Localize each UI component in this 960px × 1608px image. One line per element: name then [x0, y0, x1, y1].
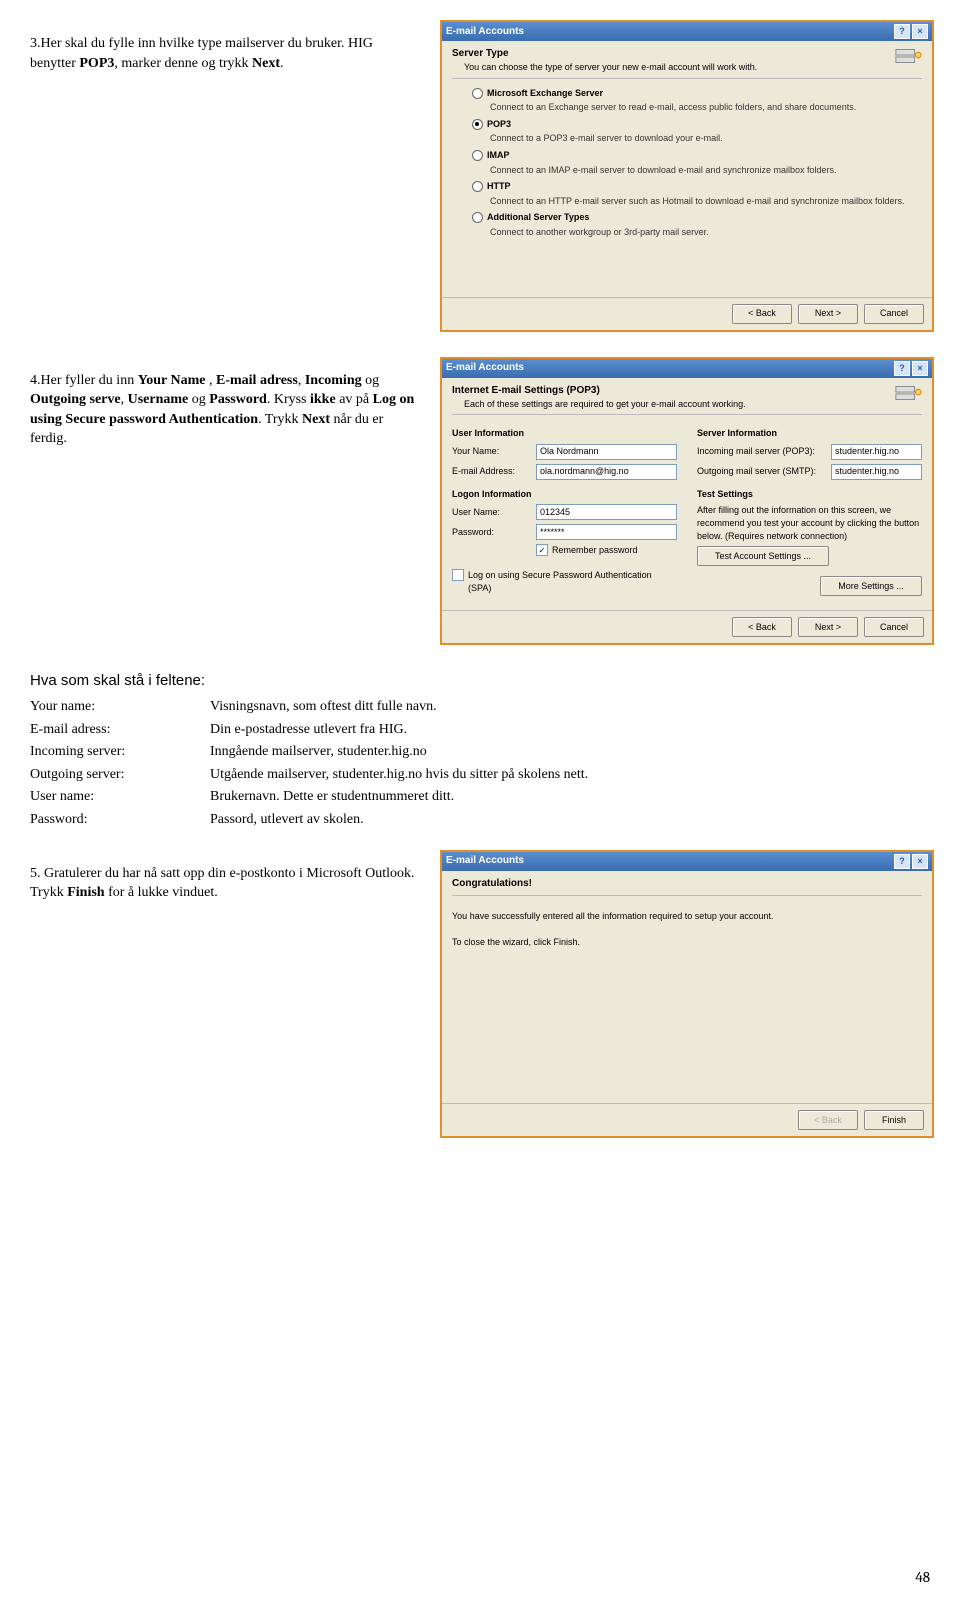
server-icon: [894, 384, 922, 402]
dialog-title: E-mail Accounts: [446, 854, 524, 868]
username-input[interactable]: 012345: [536, 504, 677, 520]
close-button[interactable]: ×: [912, 24, 928, 39]
help-button[interactable]: ?: [894, 854, 910, 869]
radio-http[interactable]: HTTP: [472, 180, 922, 193]
logon-info-heading: Logon Information: [452, 488, 677, 501]
dialog-subheading: You can choose the type of server your n…: [464, 61, 757, 74]
field-row: Password:Passord, utlevert av skolen.: [30, 810, 930, 830]
step5-row: 5. Gratulerer du har nå satt opp din e-p…: [30, 850, 930, 1138]
server-type-options: Microsoft Exchange Server Connect to an …: [452, 87, 922, 239]
field-row: Outgoing server:Utgående mailserver, stu…: [30, 765, 930, 785]
step3-text: 3.Her skal du fylle inn hvilke type mail…: [30, 20, 420, 332]
your-name-label: Your Name:: [452, 445, 532, 458]
email-accounts-dialog-servertype: E-mail Accounts ? × Server Type You can …: [440, 20, 934, 332]
cancel-button[interactable]: Cancel: [864, 304, 924, 324]
radio-pop3[interactable]: POP3: [472, 118, 922, 131]
next-button[interactable]: Next >: [798, 304, 858, 324]
radio-exchange[interactable]: Microsoft Exchange Server: [472, 87, 922, 100]
test-settings-heading: Test Settings: [697, 488, 922, 501]
congrats-line1: You have successfully entered all the in…: [452, 910, 922, 923]
congrats-line2: To close the wizard, click Finish.: [452, 936, 922, 949]
server-info-heading: Server Information: [697, 427, 922, 440]
dialog-heading: Congratulations!: [452, 877, 922, 891]
server-icon: [894, 47, 922, 65]
email-input[interactable]: ola.nordmann@hig.no: [536, 464, 677, 480]
step4-text: 4.Her fyller du inn Your Name , E-mail a…: [30, 357, 420, 646]
fields-heading: Hva som skal stå i feltene:: [30, 670, 930, 691]
dialog-subheading: Each of these settings are required to g…: [464, 398, 746, 411]
field-row: Incoming server:Inngående mailserver, st…: [30, 742, 930, 762]
field-row: E-mail adress:Din e-postadresse utlevert…: [30, 720, 930, 740]
titlebar: E-mail Accounts ? ×: [442, 852, 932, 871]
dialog-title: E-mail Accounts: [446, 25, 524, 39]
radio-additional[interactable]: Additional Server Types: [472, 211, 922, 224]
spa-label: Log on using Secure Password Authenticat…: [468, 569, 677, 594]
cancel-button[interactable]: Cancel: [864, 617, 924, 637]
back-button[interactable]: < Back: [732, 617, 792, 637]
dialog-heading: Server Type: [452, 47, 757, 61]
pop3-label: Incoming mail server (POP3):: [697, 445, 827, 458]
fields-table: Your name:Visningsnavn, som oftest ditt …: [30, 697, 930, 830]
dialog-title: E-mail Accounts: [446, 361, 524, 375]
titlebar: E-mail Accounts ? ×: [442, 22, 932, 41]
step5-text: 5. Gratulerer du har nå satt opp din e-p…: [30, 850, 420, 1138]
email-accounts-dialog-finish: E-mail Accounts ? × Congratulations! You…: [440, 850, 934, 1138]
help-button[interactable]: ?: [894, 24, 910, 39]
spa-checkbox[interactable]: [452, 569, 464, 581]
test-settings-text: After filling out the information on thi…: [697, 504, 922, 542]
field-row: User name:Brukernavn. Dette er studentnu…: [30, 787, 930, 807]
smtp-input[interactable]: studenter.hig.no: [831, 464, 922, 480]
email-label: E-mail Address:: [452, 465, 532, 478]
remember-password-label: Remember password: [552, 544, 638, 557]
password-label: Password:: [452, 526, 532, 539]
step3-row: 3.Her skal du fylle inn hvilke type mail…: [30, 20, 930, 332]
test-account-button[interactable]: Test Account Settings ...: [697, 546, 829, 566]
finish-button[interactable]: Finish: [864, 1110, 924, 1130]
step4-row: 4.Her fyller du inn Your Name , E-mail a…: [30, 357, 930, 646]
radio-imap[interactable]: IMAP: [472, 149, 922, 162]
your-name-input[interactable]: Ola Nordmann: [536, 444, 677, 460]
pop3-input[interactable]: studenter.hig.no: [831, 444, 922, 460]
page-number: 48: [915, 1567, 930, 1588]
field-row: Your name:Visningsnavn, som oftest ditt …: [30, 697, 930, 717]
back-button: < Back: [798, 1110, 858, 1130]
password-input[interactable]: *******: [536, 524, 677, 540]
help-button[interactable]: ?: [894, 361, 910, 376]
more-settings-button[interactable]: More Settings ...: [820, 576, 922, 596]
smtp-label: Outgoing mail server (SMTP):: [697, 465, 827, 478]
dialog-heading: Internet E-mail Settings (POP3): [452, 384, 746, 398]
email-accounts-dialog-pop3: E-mail Accounts ? × Internet E-mail Sett…: [440, 357, 934, 646]
remember-password-checkbox[interactable]: ✓: [536, 544, 548, 556]
username-label: User Name:: [452, 506, 532, 519]
user-info-heading: User Information: [452, 427, 677, 440]
next-button[interactable]: Next >: [798, 617, 858, 637]
close-button[interactable]: ×: [912, 854, 928, 869]
back-button[interactable]: < Back: [732, 304, 792, 324]
titlebar: E-mail Accounts ? ×: [442, 359, 932, 378]
close-button[interactable]: ×: [912, 361, 928, 376]
